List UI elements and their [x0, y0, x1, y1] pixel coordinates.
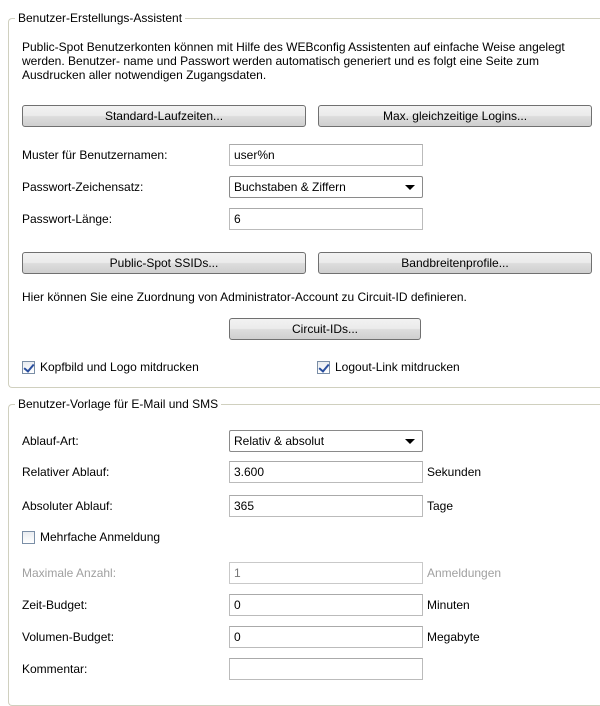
public-spot-ssids-button[interactable]: Public-Spot SSIDs...: [22, 252, 306, 274]
circuit-ids-button[interactable]: Circuit-IDs...: [229, 318, 421, 340]
print-header-checkbox[interactable]: [22, 361, 35, 374]
print-logout-label[interactable]: Logout-Link mitdrucken: [335, 359, 460, 375]
absolute-expiry-input[interactable]: [229, 495, 423, 517]
comment-input[interactable]: [229, 658, 423, 680]
checkmark-icon: [23, 361, 35, 373]
expiry-type-value: Relativ & absolut: [234, 434, 325, 448]
multiple-login-label[interactable]: Mehrfache Anmeldung: [40, 529, 160, 545]
chevron-down-icon: [405, 185, 415, 190]
wizard-legend: Benutzer-Erstellungs-Assistent: [15, 10, 186, 26]
relative-expiry-input[interactable]: [229, 461, 423, 483]
relative-expiry-label: Relativer Ablauf:: [22, 465, 110, 479]
time-budget-input[interactable]: [229, 594, 423, 616]
template-legend: Benutzer-Vorlage für E-Mail und SMS: [15, 396, 222, 412]
multiple-login-checkbox[interactable]: [22, 531, 35, 544]
expiry-type-label: Ablauf-Art:: [22, 434, 79, 448]
standard-runtimes-button[interactable]: Standard-Laufzeiten...: [22, 105, 306, 127]
checkmark-icon: [318, 361, 330, 373]
volume-budget-input[interactable]: [229, 626, 423, 648]
volume-budget-unit: Megabyte: [427, 630, 480, 644]
password-length-label: Passwort-Länge:: [22, 212, 113, 226]
password-charset-value: Buchstaben & Ziffern: [234, 180, 346, 194]
absolute-expiry-unit: Tage: [427, 499, 454, 513]
max-count-label: Maximale Anzahl:: [22, 566, 117, 580]
password-length-input[interactable]: [229, 208, 423, 230]
expiry-type-select[interactable]: Relativ & absolut: [229, 430, 423, 452]
print-logout-checkbox[interactable]: [317, 361, 330, 374]
max-logins-button[interactable]: Max. gleichzeitige Logins...: [318, 105, 592, 127]
relative-expiry-unit: Sekunden: [427, 465, 482, 479]
absolute-expiry-label: Absoluter Ablauf:: [22, 499, 113, 513]
bandwidth-profiles-button[interactable]: Bandbreitenprofile...: [318, 252, 592, 274]
comment-label: Kommentar:: [22, 662, 88, 676]
chevron-down-icon: [405, 439, 415, 444]
username-pattern-label: Muster für Benutzernamen:: [22, 148, 168, 162]
time-budget-label: Zeit-Budget:: [22, 598, 88, 612]
username-pattern-input[interactable]: [229, 144, 423, 166]
password-charset-select[interactable]: Buchstaben & Ziffern: [229, 176, 423, 198]
circuit-id-text: Hier können Sie eine Zuordnung von Admin…: [22, 290, 467, 304]
password-charset-label: Passwort-Zeichensatz:: [22, 180, 144, 194]
max-count-input[interactable]: [229, 562, 423, 584]
max-count-unit: Anmeldungen: [427, 566, 502, 580]
volume-budget-label: Volumen-Budget:: [22, 630, 115, 644]
time-budget-unit: Minuten: [427, 598, 470, 612]
wizard-description: Public-Spot Benutzerkonten können mit Hi…: [22, 40, 565, 82]
print-header-label[interactable]: Kopfbild und Logo mitdrucken: [40, 359, 199, 375]
